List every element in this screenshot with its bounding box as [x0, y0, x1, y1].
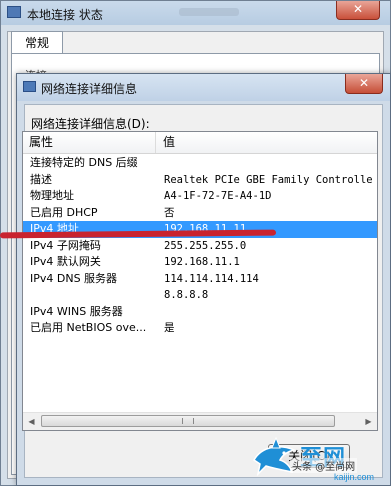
list-row[interactable]: IPv4 默认网关 192.168.11.1 [23, 254, 377, 271]
row-property: 连接特定的 DNS 后缀 [30, 156, 138, 169]
details-listview[interactable]: 属性 值 连接特定的 DNS 后缀 描述 Realtek PCIe GBE Fami… [22, 131, 378, 431]
dialog-title: 网络连接详细信息 [41, 82, 138, 96]
network-icon [23, 81, 36, 92]
list-row[interactable]: 已启用 NetBIOS ove... 是 [23, 320, 377, 337]
dialog-titlebar[interactable]: 网络连接详细信息 ✕ [17, 74, 390, 101]
scroll-right-icon[interactable]: ▶ [360, 413, 377, 430]
row-value: 否 [164, 206, 175, 219]
row-property: 描述 [30, 172, 52, 186]
list-row[interactable]: 描述 Realtek PCIe GBE Family Controlle [23, 172, 377, 189]
network-icon [7, 6, 21, 18]
watermark-source: 头条 @至尚网 [290, 458, 358, 473]
blurred-title-text [179, 8, 239, 16]
details-list-label: 网络连接详细信息(D): [31, 117, 150, 131]
row-value: 192.168.11.1 [164, 256, 240, 268]
row-value: 114.114.114.114 [164, 272, 259, 285]
row-property: IPv4 DNS 服务器 [30, 271, 118, 285]
watermark-domain: kaijin.com [334, 472, 375, 482]
list-header: 属性 值 [23, 132, 377, 154]
row-value: A4-1F-72-7E-A4-1D [164, 190, 272, 202]
row-property: IPv4 WINS 服务器 [30, 304, 123, 318]
row-property: 已启用 DHCP [30, 205, 98, 219]
row-value: 255.255.255.0 [164, 239, 247, 252]
status-window-titlebar[interactable]: 本地连接 状态 ✕ [1, 1, 390, 25]
grip-icon [182, 418, 194, 424]
column-header-value[interactable]: 值 [157, 132, 363, 153]
row-value: 是 [164, 322, 175, 334]
scrollbar-thumb[interactable] [41, 415, 335, 427]
dialog-close-button[interactable]: ✕ [345, 74, 383, 94]
list-row[interactable]: IPv4 子网掩码 255.255.255.0 [23, 238, 377, 255]
list-row[interactable]: IPv4 DNS 服务器 114.114.114.114 [23, 271, 377, 288]
row-property: 已启用 NetBIOS ove... [30, 321, 147, 334]
list-row[interactable]: IPv4 WINS 服务器 [23, 304, 377, 321]
column-header-property[interactable]: 属性 [23, 132, 156, 153]
list-row[interactable]: 已启用 DHCP 否 [23, 205, 377, 222]
list-rows: 连接特定的 DNS 后缀 描述 Realtek PCIe GBE Family Co… [23, 155, 377, 337]
status-window-close-button[interactable]: ✕ [336, 1, 380, 20]
scroll-left-icon[interactable]: ◀ [23, 413, 40, 430]
list-row[interactable]: 8.8.8.8 [23, 287, 377, 304]
row-value: Realtek PCIe GBE Family Controlle [164, 173, 373, 186]
row-property: 物理地址 [30, 189, 74, 202]
row-value: 8.8.8.8 [164, 289, 209, 301]
list-row[interactable]: 连接特定的 DNS 后缀 [23, 155, 377, 172]
status-window-title: 本地连接 状态 [27, 8, 103, 22]
tab-general[interactable]: 常规 [11, 31, 63, 54]
horizontal-scrollbar[interactable]: ◀ ▶ [23, 412, 377, 430]
row-property: IPv4 默认网关 [30, 255, 101, 268]
list-row[interactable]: 物理地址 A4-1F-72-7E-A4-1D [23, 188, 377, 205]
row-property: IPv4 子网掩码 [30, 238, 101, 252]
